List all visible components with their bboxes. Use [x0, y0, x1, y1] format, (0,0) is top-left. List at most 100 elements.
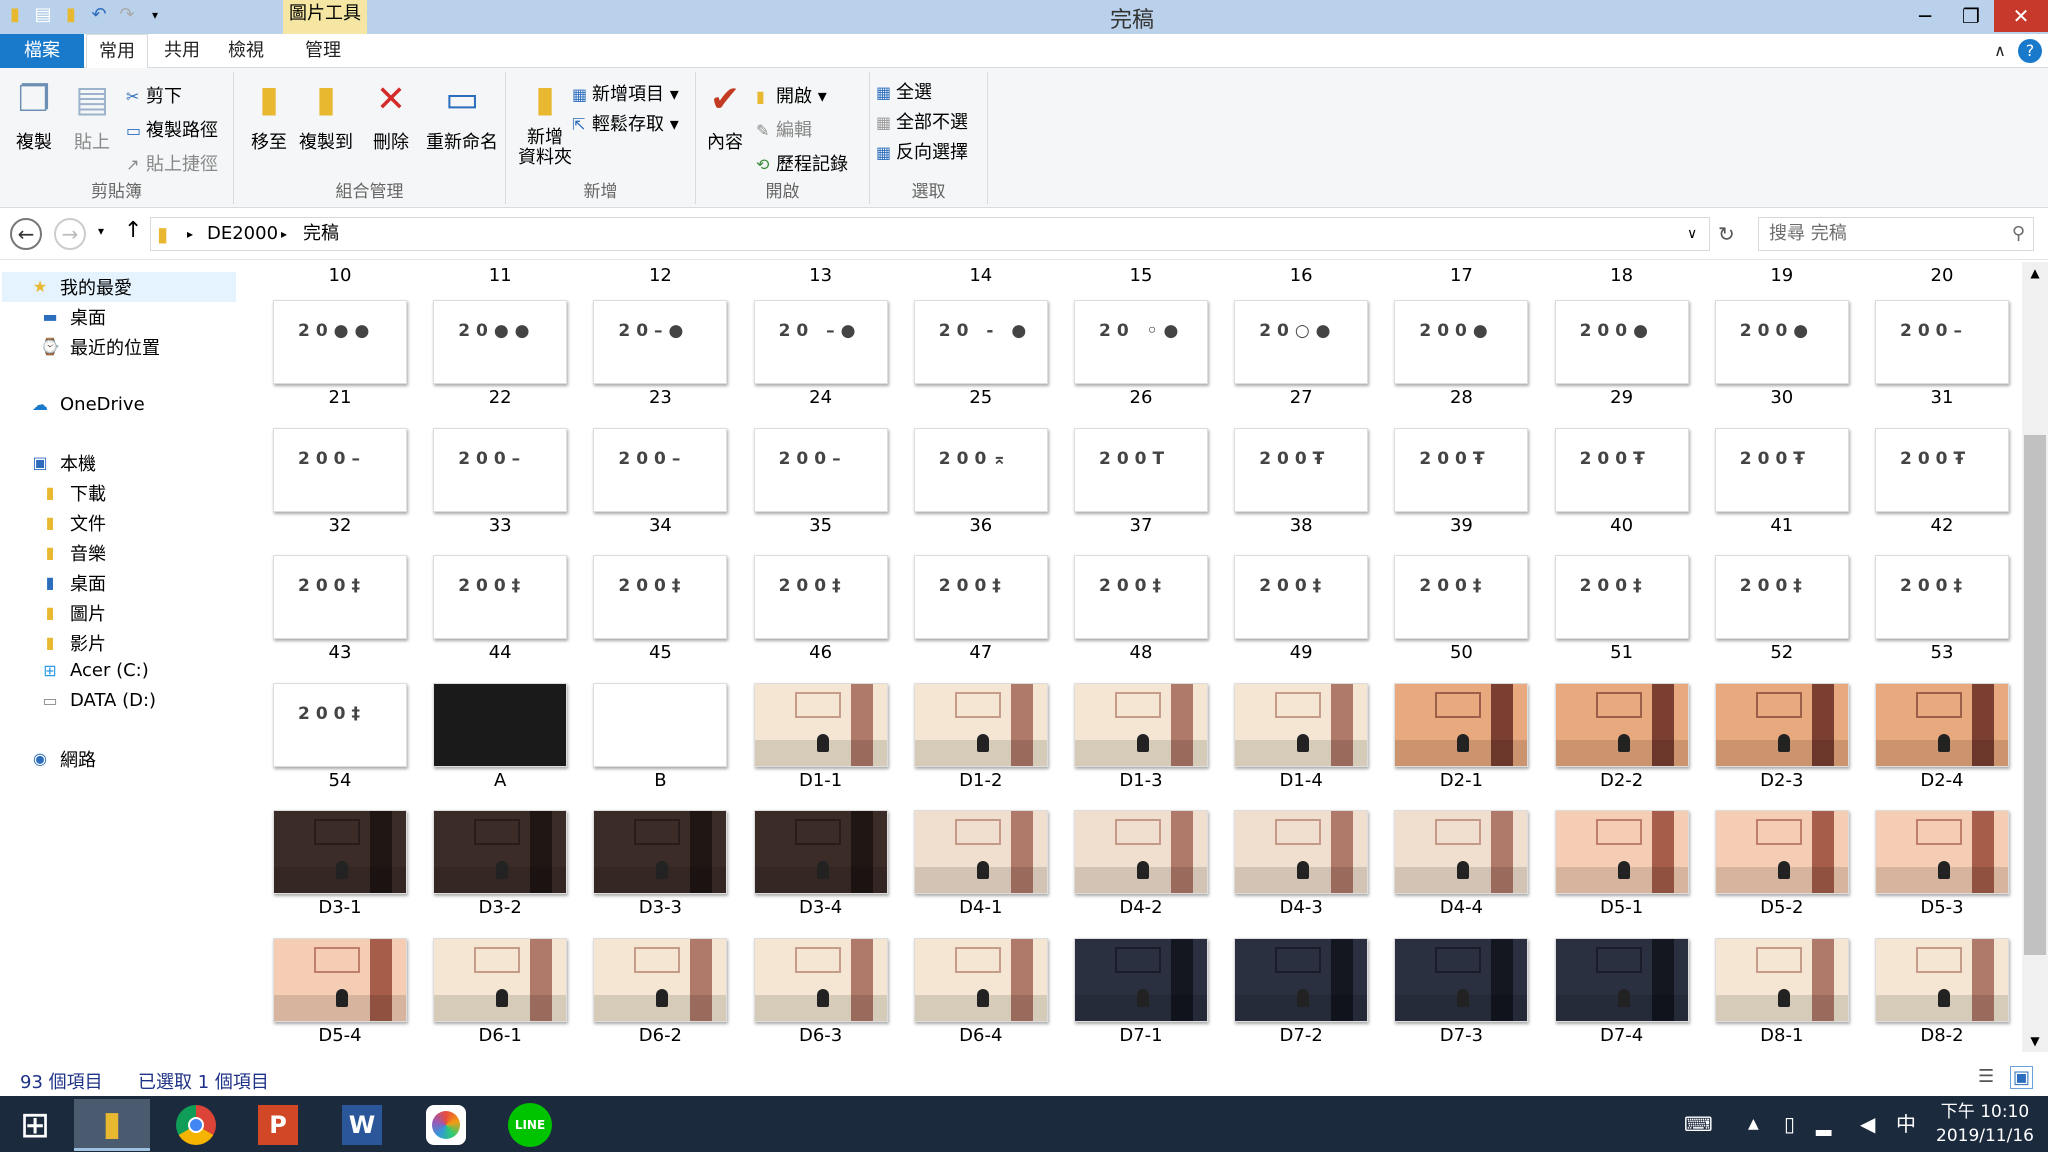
nav-music[interactable]: ▮ 音樂	[38, 540, 106, 566]
customize-qat-icon[interactable]: ▾	[144, 4, 166, 26]
scrollbar-thumb[interactable]	[2024, 435, 2046, 955]
file-item[interactable]: D4-3	[1221, 810, 1381, 920]
file-label[interactable]: 11	[420, 264, 580, 288]
file-item[interactable]: 200‡ 53	[1862, 555, 2020, 665]
file-item[interactable]: D2-2	[1542, 682, 1702, 793]
file-item[interactable]: 200‡ 46	[741, 555, 901, 665]
large-icons-view-icon[interactable]: ▣	[2010, 1066, 2034, 1089]
details-view-icon[interactable]: ☰	[1978, 1066, 1994, 1087]
tab-file[interactable]: 檔案	[0, 34, 84, 68]
file-item[interactable]: 200‡ 47	[901, 555, 1061, 665]
file-label[interactable]: 10	[260, 264, 420, 288]
ime-indicator[interactable]: 中	[1896, 1096, 1916, 1152]
nav-drive-d[interactable]: ▭ DATA (D:)	[38, 690, 156, 711]
file-item[interactable]: 20–● 23	[580, 300, 740, 410]
taskbar-chrome[interactable]	[158, 1099, 234, 1151]
taskbar-paint-app[interactable]	[408, 1099, 484, 1151]
select-all-button[interactable]: ▦ 全選	[876, 78, 932, 104]
nav-this-pc[interactable]: ▣ 本機	[28, 450, 96, 476]
tab-manage[interactable]: 管理	[290, 34, 356, 68]
taskbar-file-explorer[interactable]: ▮	[74, 1099, 150, 1151]
rename-button[interactable]: ▭ 重新命名	[422, 76, 502, 154]
help-icon[interactable]: ?	[2018, 39, 2042, 63]
file-item[interactable]: D7-2	[1221, 937, 1381, 1048]
close-button[interactable]: ✕	[1994, 0, 2048, 32]
folder-icon[interactable]: ▮	[4, 4, 26, 26]
tab-view[interactable]: 檢視	[216, 34, 276, 68]
file-label[interactable]: 14	[901, 264, 1061, 288]
nav-drive-c[interactable]: ⊞ Acer (C:)	[38, 660, 148, 681]
refresh-icon[interactable]: ↻	[1718, 222, 1735, 246]
breadcrumb-de2000[interactable]: DE2000	[207, 218, 278, 250]
search-input[interactable]: 搜尋 完稿 ⚲	[1758, 217, 2034, 251]
file-item[interactable]: D8-1	[1702, 937, 1862, 1048]
delete-button[interactable]: ✕ 刪除	[366, 76, 416, 154]
nav-desktop[interactable]: ▬ 桌面	[38, 304, 106, 330]
file-label[interactable]: 19	[1702, 264, 1862, 288]
file-item[interactable]: 200‡ 50	[1381, 555, 1541, 665]
file-item[interactable]: 200– 34	[580, 427, 740, 538]
file-item[interactable]: D6-3	[741, 937, 901, 1048]
file-item[interactable]: D1-3	[1061, 682, 1221, 793]
file-item[interactable]: D5-4	[260, 937, 420, 1048]
new-item-button[interactable]: ▦ 新增項目 ▾	[572, 80, 679, 106]
file-item[interactable]: D2-3	[1702, 682, 1862, 793]
forward-button[interactable]: →	[54, 218, 86, 250]
copy-path-button[interactable]: ▭ 複製路徑	[126, 116, 218, 142]
nav-pictures[interactable]: ▮ 圖片	[38, 600, 106, 626]
nav-videos[interactable]: ▮ 影片	[38, 630, 106, 656]
nav-desktop-pc[interactable]: ▮ 桌面	[38, 570, 106, 596]
file-label[interactable]: 18	[1542, 264, 1702, 288]
taskbar-word[interactable]: W	[324, 1099, 400, 1151]
file-item[interactable]: D8-2	[1862, 937, 2020, 1048]
file-item[interactable]: D1-2	[901, 682, 1061, 793]
file-item[interactable]: 200Ŧ 42	[1862, 427, 2020, 538]
file-item[interactable]: 200Ŧ 40	[1542, 427, 1702, 538]
history-button[interactable]: ⟲ 歷程記錄	[756, 150, 848, 176]
file-item[interactable]: B	[580, 682, 740, 793]
cut-button[interactable]: ✂ 剪下	[126, 82, 182, 108]
breadcrumb-current[interactable]: 完稿	[303, 218, 339, 250]
file-item[interactable]: 200– 35	[741, 427, 901, 538]
file-item[interactable]: D5-2	[1702, 810, 1862, 920]
file-item[interactable]: D6-4	[901, 937, 1061, 1048]
file-item[interactable]: D2-1	[1381, 682, 1541, 793]
tab-share[interactable]: 共用	[152, 34, 212, 68]
move-to-button[interactable]: ▮ 移至	[244, 76, 294, 154]
select-none-button[interactable]: ▦ 全部不選	[876, 108, 968, 134]
minimize-button[interactable]: ─	[1902, 0, 1948, 32]
file-item[interactable]: D3-3	[580, 810, 740, 920]
new-folder-icon[interactable]: ▮	[60, 4, 82, 26]
breadcrumb-separator-icon[interactable]: ▸	[281, 218, 287, 250]
file-item[interactable]: D3-1	[260, 810, 420, 920]
collapse-ribbon-icon[interactable]: ∧	[1988, 34, 2012, 68]
file-item[interactable]: 200● 29	[1542, 300, 1702, 410]
file-item[interactable]: D5-1	[1542, 810, 1702, 920]
file-item[interactable]: 200‡ 52	[1702, 555, 1862, 665]
open-button[interactable]: ▮ 開啟 ▾	[756, 82, 827, 108]
file-item[interactable]: D7-4	[1542, 937, 1702, 1048]
easy-access-button[interactable]: ⇱ 輕鬆存取 ▾	[572, 110, 679, 136]
nav-network[interactable]: ◉ 網路	[28, 746, 96, 772]
file-item[interactable]: D6-2	[580, 937, 740, 1048]
invert-selection-button[interactable]: ▦ 反向選擇	[876, 138, 968, 164]
file-item[interactable]: D4-4	[1381, 810, 1541, 920]
file-item[interactable]: D1-1	[741, 682, 901, 793]
file-item[interactable]: 200– 31	[1862, 300, 2020, 410]
file-item[interactable]: 200‡ 54	[260, 682, 420, 793]
properties-icon[interactable]: ▤	[32, 4, 54, 26]
file-item[interactable]: D1-4	[1221, 682, 1381, 793]
paste-button[interactable]: ▤ 貼上	[66, 76, 118, 154]
copy-button[interactable]: ❐ 複製	[8, 76, 60, 154]
file-item[interactable]: 200Ŧ 39	[1381, 427, 1541, 538]
wifi-signal-icon[interactable]: ▂	[1816, 1096, 1831, 1152]
nav-favorites[interactable]: ★ 我的最愛	[28, 274, 132, 300]
file-item[interactable]: 200‡ 45	[580, 555, 740, 665]
volume-icon[interactable]: ◀	[1860, 1096, 1875, 1152]
file-item[interactable]: 200‡ 51	[1542, 555, 1702, 665]
file-label[interactable]: 20	[1862, 264, 2020, 288]
file-item[interactable]: 200Ŧ 41	[1702, 427, 1862, 538]
nav-onedrive[interactable]: ☁ OneDrive	[28, 394, 145, 415]
breadcrumb-separator-icon[interactable]: ▸	[187, 218, 193, 250]
undo-icon[interactable]: ↶	[88, 4, 110, 26]
